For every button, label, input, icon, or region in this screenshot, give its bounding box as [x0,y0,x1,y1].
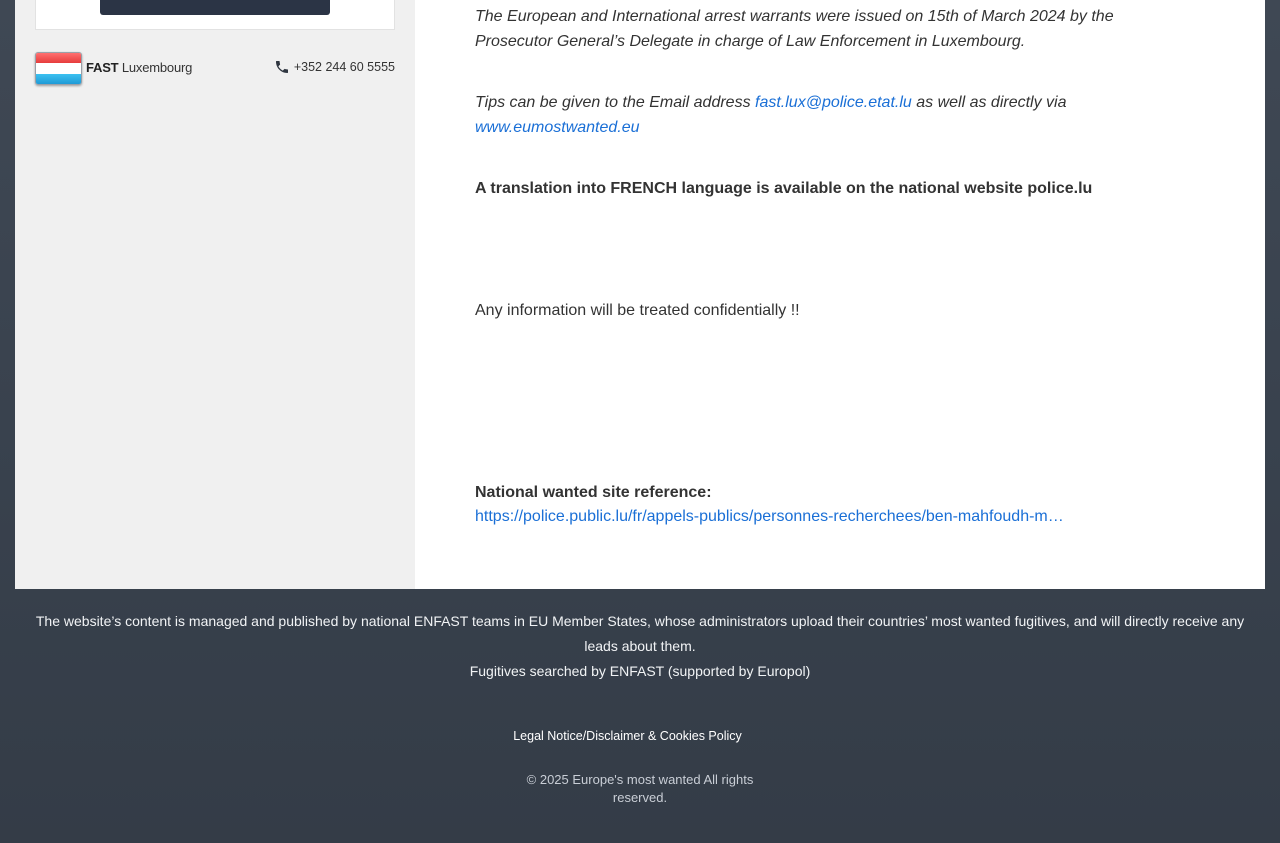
phone-number: +352 244 60 5555 [293,60,395,74]
legal-notice-link[interactable]: Legal Notice/Disclaimer & Cookies Policy [513,729,742,743]
sidebar: FAST Luxembourg +352 244 60 5555 [15,0,415,589]
sidebar-action-button[interactable] [100,0,330,15]
unit-prefix: FAST [86,60,119,75]
footer-legal: Legal Notice/Disclaimer & Cookies Policy [0,729,1280,743]
warrant-paragraph: The European and International arrest wa… [475,8,1114,50]
unit-contact: FAST Luxembourg +352 244 60 5555 [35,52,395,86]
translation-note: A translation into FRENCH language is av… [475,180,1093,197]
sidebar-action-box [35,0,395,30]
tips-paragraph: Tips can be given to the Email address f… [475,90,1105,140]
footer-searched-text: Fugitives searched by ENFAST (supported … [469,663,811,679]
luxembourg-flag-icon [35,52,82,85]
tips-text-start: Tips can be given to the Email address [475,94,756,111]
tips-text-middle: as well as directly via [911,94,1067,111]
content-container: FAST Luxembourg +352 244 60 5555 The Eur… [15,0,1265,589]
footer: The website’s content is managed and pub… [0,589,1280,843]
reference-label: National wanted site reference: [475,484,712,501]
tips-site-link[interactable]: www.eumostwanted.eu [475,119,640,136]
tips-email-link[interactable]: fast.lux@police.etat.lu [755,94,912,111]
footer-managed-text: The website’s content is managed and pub… [35,613,1245,654]
unit-country: Luxembourg [121,60,193,75]
unit-phone[interactable]: +352 244 60 5555 [274,59,395,75]
footer-copyright: © 2025 Europe's most wanted All rights r… [526,772,754,805]
confidential-note: Any information will be treated confiden… [475,302,800,319]
phone-icon [275,61,288,73]
unit-name: FAST Luxembourg [86,60,192,75]
reference-link[interactable]: https://police.public.lu/fr/appels-publi… [475,504,1235,529]
